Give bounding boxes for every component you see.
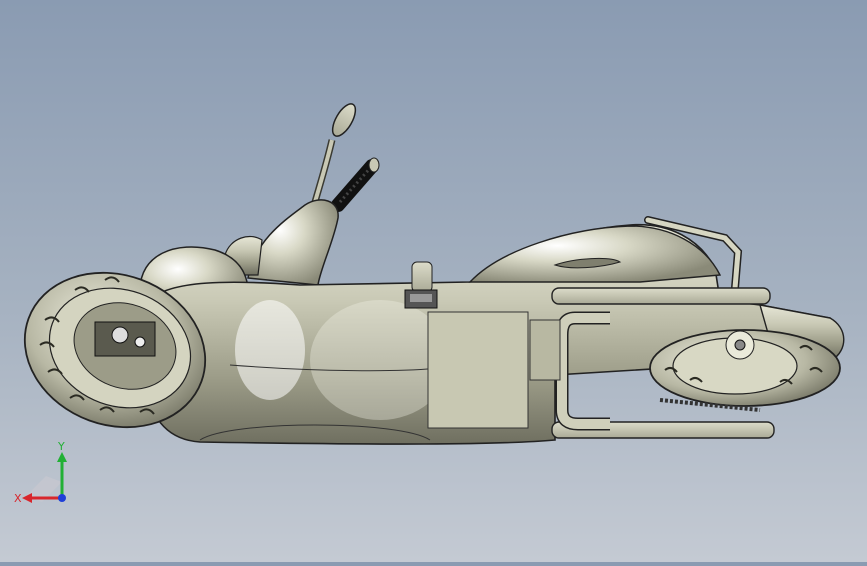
coordinate-triad: Y X <box>12 440 78 510</box>
x-axis-arrow <box>22 493 32 503</box>
rear-wheel <box>649 329 841 412</box>
z-axis-dot <box>58 494 66 502</box>
graphics-viewport[interactable] <box>0 0 867 562</box>
x-axis-label: X <box>14 492 22 505</box>
y-axis-arrow <box>57 452 67 462</box>
handlebar-grip <box>331 157 380 212</box>
y-axis-label: Y <box>57 440 65 453</box>
scooter-model[interactable] <box>0 0 867 562</box>
